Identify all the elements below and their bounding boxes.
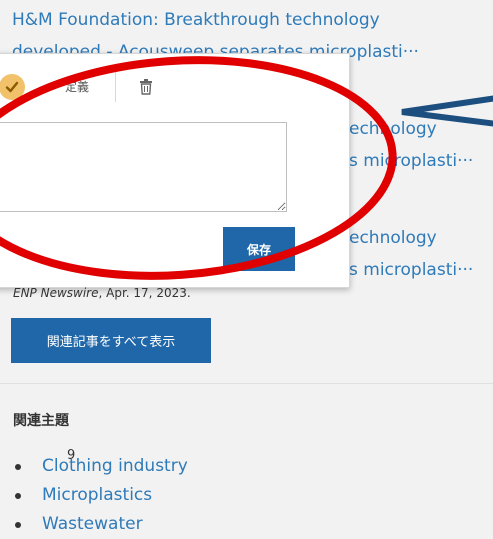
article-3-title-line2[interactable]: s microplasti···: [349, 260, 473, 281]
section-divider: [0, 383, 493, 384]
bullet-icon: [15, 463, 21, 470]
article-source: ENP Newswire, Apr. 17, 2023.: [13, 286, 191, 300]
list-item: Wastewater: [14, 510, 188, 539]
toolbar-divider: [115, 72, 116, 102]
topic-link[interactable]: Clothing industry: [42, 456, 188, 477]
related-topics-heading: 関連主題: [13, 413, 69, 429]
article-1-title-line1[interactable]: H&M Foundation: Breakthrough technology: [12, 10, 380, 31]
view-all-related-button[interactable]: 関連記事をすべて表示: [11, 318, 211, 363]
note-popup: 定義 保存: [0, 53, 350, 288]
trash-icon[interactable]: [139, 79, 153, 99]
article-3-title-line1[interactable]: echnology: [349, 228, 437, 249]
bullet-icon: [15, 521, 21, 528]
page-number: 9: [67, 448, 76, 463]
list-item: Clothing industry: [14, 452, 188, 481]
bullet-icon: [15, 492, 21, 499]
topic-link[interactable]: Microplastics: [42, 485, 152, 506]
define-button[interactable]: 定義: [65, 78, 89, 95]
check-icon[interactable]: [0, 74, 25, 100]
topic-link[interactable]: Wastewater: [42, 514, 143, 535]
source-date: , Apr. 17, 2023.: [98, 286, 191, 300]
save-button[interactable]: 保存: [223, 227, 295, 271]
list-item: Microplastics: [14, 481, 188, 510]
article-2-title-line1[interactable]: echnology: [349, 119, 437, 140]
article-2-title-line2[interactable]: s microplasti···: [349, 151, 473, 172]
source-publication: ENP Newswire: [13, 286, 99, 300]
note-textarea[interactable]: [0, 122, 287, 212]
